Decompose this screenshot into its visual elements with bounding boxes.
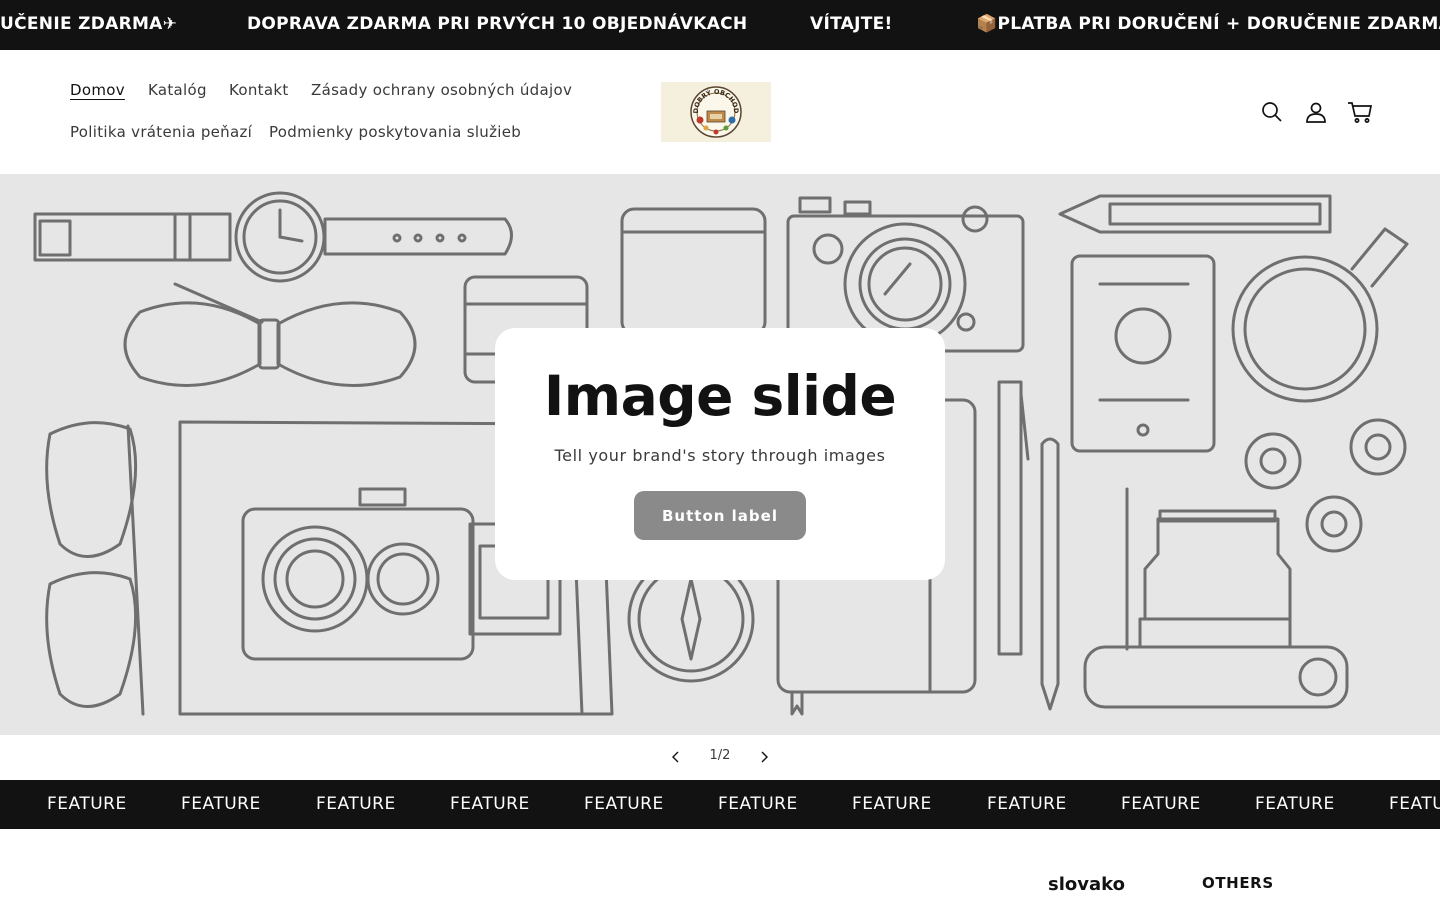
footer-heading-others: OTHERS bbox=[1202, 874, 1274, 892]
announcement-bar: UČENIE ZDARMA✈ DOPRAVA ZDARMA PRI PRVÝCH… bbox=[0, 0, 1440, 50]
feature-item: FEATURE bbox=[1121, 794, 1201, 814]
announcement-item: 📦PLATBA PRI DORUČENÍ + DORUČENIE ZDARMA✈ bbox=[976, 14, 1440, 34]
watch-illustration bbox=[33, 191, 513, 283]
account-icon[interactable] bbox=[1302, 98, 1330, 126]
hero-subtitle: Tell your brand's story through images bbox=[554, 446, 886, 465]
feature-item: FEATU bbox=[1389, 794, 1440, 814]
magnifier-illustration bbox=[1231, 227, 1409, 403]
logo-emblem: DOBRÝ OBCHOD bbox=[661, 82, 771, 142]
nav-link-refund-policy[interactable]: Politika vrátenia peňazí bbox=[70, 123, 252, 141]
feature-marquee: FEATURE FEATURE FEATURE FEATURE FEATURE … bbox=[0, 780, 1440, 829]
site-header: Domov Katalóg Kontakt Zásady ochrany oso… bbox=[0, 50, 1440, 174]
bowtie-illustration bbox=[123, 282, 417, 387]
feature-item: FEATURE bbox=[450, 794, 530, 814]
hero-text-card: Image slide Tell your brand's story thro… bbox=[495, 328, 945, 580]
feature-item: FEATURE bbox=[987, 794, 1067, 814]
cart-icon[interactable] bbox=[1346, 98, 1374, 126]
next-slide-button[interactable] bbox=[752, 745, 776, 769]
slide-counter: 1/2 bbox=[709, 748, 731, 763]
pencil-illustration bbox=[1058, 194, 1332, 234]
hero-slideshow: Image slide Tell your brand's story thro… bbox=[0, 174, 1440, 735]
store-logo[interactable]: DOBRÝ OBCHOD bbox=[661, 82, 771, 142]
announcement-item: UČENIE ZDARMA✈ bbox=[0, 14, 178, 34]
nav-link-terms-of-service[interactable]: Podmienky poskytovania služieb bbox=[269, 123, 521, 141]
feature-item: FEATURE bbox=[584, 794, 664, 814]
search-icon[interactable] bbox=[1258, 98, 1286, 126]
hero-title: Image slide bbox=[543, 364, 897, 428]
nav-link-home[interactable]: Domov bbox=[70, 81, 125, 99]
feature-item: FEATURE bbox=[47, 794, 127, 814]
pen-illustration bbox=[997, 380, 1030, 656]
nav-link-contact[interactable]: Kontakt bbox=[229, 81, 289, 99]
hero-cta-button[interactable]: Button label bbox=[634, 491, 806, 540]
footer-heading-brand: slovako bbox=[1048, 874, 1125, 895]
sunglasses-illustration bbox=[45, 421, 145, 716]
pencil-short-illustration bbox=[1040, 437, 1060, 711]
tape-rolls-illustration bbox=[1244, 418, 1407, 553]
chevron-right-icon bbox=[761, 751, 768, 763]
chevron-left-icon bbox=[672, 751, 679, 763]
feature-item: FEATURE bbox=[718, 794, 798, 814]
announcement-item: DOPRAVA ZDARMA PRI PRVÝCH 10 OBJEDNÁVKAC… bbox=[247, 14, 748, 34]
passport-illustration bbox=[1070, 254, 1216, 453]
announcement-item: VÍTAJTE! bbox=[810, 14, 893, 34]
feature-item: FEATURE bbox=[181, 794, 261, 814]
nav-link-privacy-policy[interactable]: Zásady ochrany osobných údajov bbox=[311, 81, 572, 99]
slideshow-controls: 1/2 bbox=[0, 735, 1440, 780]
nav-link-catalog[interactable]: Katalóg bbox=[148, 81, 207, 99]
feature-item: FEATURE bbox=[852, 794, 932, 814]
feature-item: FEATURE bbox=[316, 794, 396, 814]
feature-item: FEATURE bbox=[1255, 794, 1335, 814]
previous-slide-button[interactable] bbox=[664, 745, 688, 769]
jar-illustration bbox=[620, 207, 767, 336]
